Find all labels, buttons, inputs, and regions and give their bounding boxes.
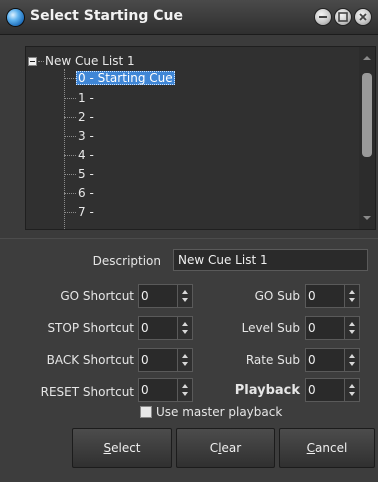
- select-starting-cue-dialog: Select Starting Cue New Cue List 1 0 - S…: [0, 0, 378, 482]
- spin-down-icon[interactable]: [349, 298, 355, 302]
- collapse-icon[interactable]: [28, 56, 37, 66]
- use-master-playback-checkbox[interactable]: [140, 406, 152, 418]
- tree-item-cue-4[interactable]: 4 -: [64, 147, 96, 163]
- spin-down-icon[interactable]: [349, 392, 355, 396]
- tree-item-label: 6 -: [78, 186, 94, 200]
- cue-tree[interactable]: New Cue List 1 0 - Starting Cue 1 - 2 - …: [25, 46, 376, 230]
- scroll-thumb[interactable]: [362, 73, 372, 157]
- tree-item-cue-0[interactable]: 0 - Starting Cue: [64, 70, 175, 86]
- tree-item-label: 2 -: [78, 110, 94, 124]
- spin-down-icon[interactable]: [182, 330, 188, 334]
- reset-shortcut-label: RESET Shortcut: [40, 385, 134, 399]
- spin-up-icon[interactable]: [349, 290, 355, 294]
- tree-item-cue-7[interactable]: 7 -: [64, 204, 96, 220]
- spin-up-icon[interactable]: [182, 354, 188, 358]
- spin-up-icon[interactable]: [182, 322, 188, 326]
- minimize-icon: [319, 16, 327, 18]
- tree-root-label: New Cue List 1: [45, 54, 135, 68]
- go-shortcut-label: GO Shortcut: [60, 289, 134, 303]
- select-button[interactable]: Select: [72, 428, 172, 468]
- tree-root-node[interactable]: New Cue List 1: [28, 53, 135, 69]
- tree-item-cue-1[interactable]: 1 -: [64, 90, 96, 106]
- maximize-icon: [338, 12, 348, 22]
- description-input[interactable]: [173, 249, 368, 271]
- go-shortcut-input[interactable]: [138, 284, 178, 308]
- level-sub-label: Level Sub: [241, 321, 300, 335]
- rate-sub-label: Rate Sub: [245, 353, 300, 367]
- app-icon: [7, 9, 24, 26]
- use-master-playback-label[interactable]: Use master playback: [156, 405, 282, 419]
- tree-item-cue-5[interactable]: 5 -: [64, 166, 96, 182]
- spin-down-icon[interactable]: [349, 330, 355, 334]
- tree-item-label: 4 -: [78, 148, 94, 162]
- spin-up-icon[interactable]: [349, 354, 355, 358]
- stop-shortcut-input[interactable]: [138, 316, 178, 340]
- stop-shortcut-label: STOP Shortcut: [47, 321, 134, 335]
- tree-item-cue-3[interactable]: 3 -: [64, 128, 96, 144]
- description-label: Description: [92, 254, 161, 268]
- title-bar[interactable]: Select Starting Cue: [0, 0, 378, 35]
- spin-up-icon[interactable]: [182, 290, 188, 294]
- rate-sub-input[interactable]: [305, 348, 345, 372]
- tree-item-label: 5 -: [78, 167, 94, 181]
- tree-scrollbar[interactable]: [359, 47, 375, 229]
- close-button[interactable]: [355, 9, 371, 25]
- back-shortcut-input[interactable]: [138, 348, 178, 372]
- tree-item-label: 3 -: [78, 129, 94, 143]
- spin-down-icon[interactable]: [182, 362, 188, 366]
- spin-up-icon[interactable]: [349, 322, 355, 326]
- clear-button[interactable]: Clear: [176, 428, 275, 468]
- maximize-button[interactable]: [335, 9, 351, 25]
- scroll-down-arrow-icon[interactable]: [363, 216, 371, 220]
- playback-label: Playback: [234, 383, 300, 398]
- window-title: Select Starting Cue: [30, 8, 183, 24]
- playback-input[interactable]: [305, 378, 345, 402]
- spin-down-icon[interactable]: [182, 392, 188, 396]
- level-sub-input[interactable]: [305, 316, 345, 340]
- cancel-button[interactable]: Cancel: [279, 428, 375, 468]
- tree-item-cue-6[interactable]: 6 -: [64, 185, 96, 201]
- minimize-button[interactable]: [315, 9, 331, 25]
- spin-up-icon[interactable]: [182, 384, 188, 388]
- spin-down-icon[interactable]: [349, 362, 355, 366]
- reset-shortcut-input[interactable]: [138, 378, 178, 402]
- back-shortcut-label: BACK Shortcut: [46, 353, 134, 367]
- close-icon: [359, 13, 367, 21]
- go-sub-input[interactable]: [305, 284, 345, 308]
- go-sub-label: GO Sub: [254, 289, 300, 303]
- spin-down-icon[interactable]: [182, 298, 188, 302]
- tree-item-cue-2[interactable]: 2 -: [64, 109, 96, 125]
- tree-item-label: 0 - Starting Cue: [76, 71, 175, 85]
- spin-up-icon[interactable]: [349, 384, 355, 388]
- tree-item-label: 1 -: [78, 91, 94, 105]
- scroll-up-arrow-icon[interactable]: [363, 56, 371, 60]
- tree-item-label: 7 -: [78, 205, 94, 219]
